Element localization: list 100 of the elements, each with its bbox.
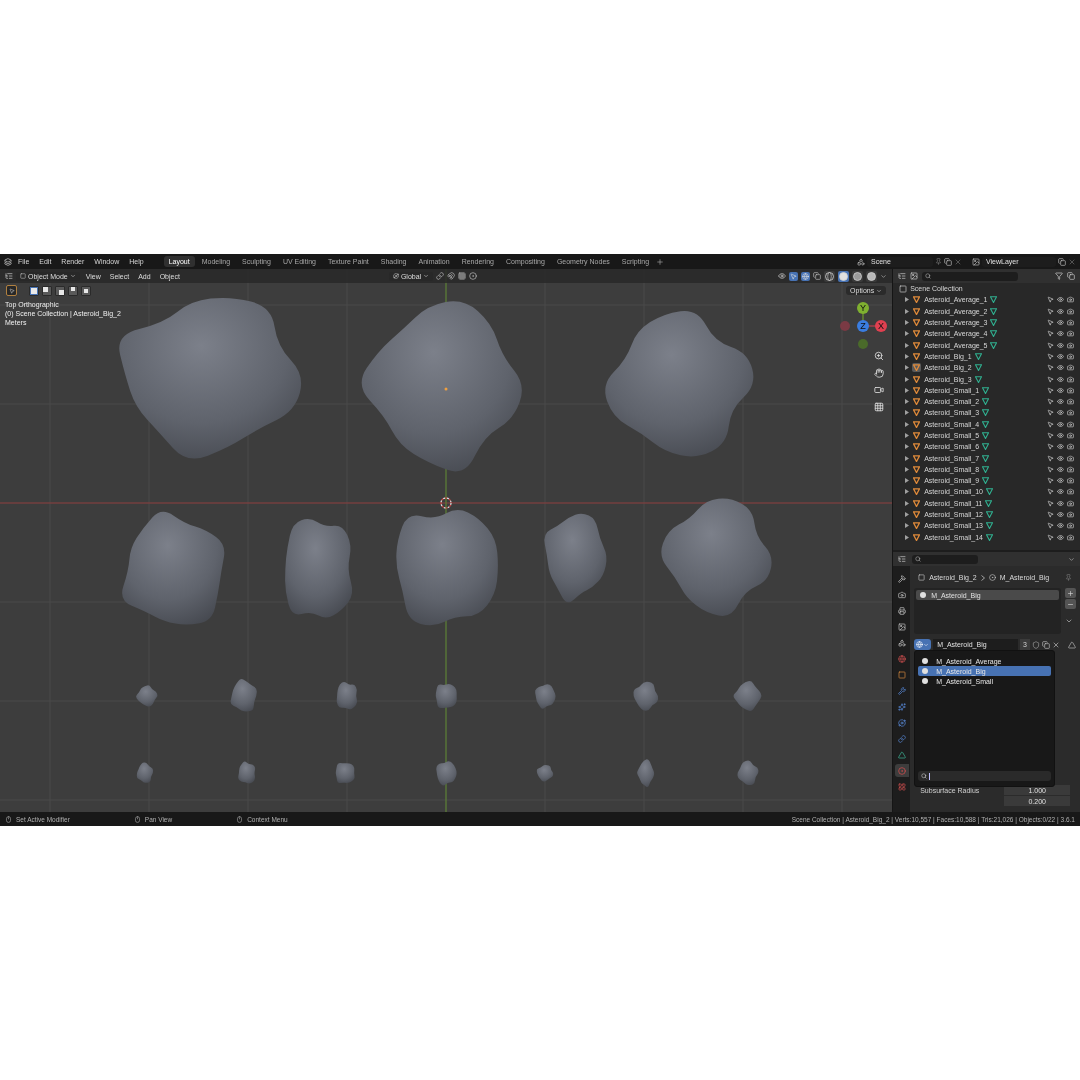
object-icon[interactable] <box>912 329 922 339</box>
navigation-gizmo[interactable]: Y Z X <box>838 301 888 351</box>
material-shading-button[interactable] <box>852 270 864 282</box>
object-icon[interactable] <box>912 419 922 429</box>
camera-icon[interactable] <box>1067 398 1074 406</box>
camera-icon[interactable] <box>1067 499 1074 507</box>
eye-icon[interactable] <box>1057 533 1064 541</box>
camera-icon[interactable] <box>1067 511 1074 519</box>
eye-icon[interactable] <box>1057 477 1064 485</box>
selection-mode-button[interactable] <box>29 285 39 296</box>
remove-slot-button[interactable] <box>1065 599 1076 609</box>
hand-icon[interactable] <box>874 368 884 378</box>
object-icon[interactable] <box>912 476 922 486</box>
eye-icon[interactable] <box>1057 432 1064 439</box>
grid-icon[interactable] <box>458 272 467 280</box>
scene-icon[interactable] <box>857 257 865 266</box>
object-icon[interactable] <box>912 363 922 373</box>
object-icon[interactable] <box>912 498 922 508</box>
add-icon[interactable] <box>656 257 665 266</box>
object-icon[interactable] <box>912 295 922 305</box>
eye-icon[interactable] <box>1057 522 1064 530</box>
camera-icon[interactable] <box>1067 488 1074 496</box>
display-mode-icon[interactable] <box>910 272 919 280</box>
proportional-icon[interactable] <box>469 272 478 280</box>
object-icon[interactable] <box>912 532 922 542</box>
camera-icon[interactable] <box>1067 465 1074 473</box>
fake-user-icon[interactable] <box>1032 640 1040 649</box>
object-icon[interactable] <box>912 464 922 474</box>
eye-icon[interactable] <box>1057 398 1064 406</box>
camera-icon[interactable] <box>1067 420 1074 428</box>
object-icon[interactable] <box>912 510 922 520</box>
eye-icon[interactable] <box>1057 465 1064 473</box>
eye-icon[interactable] <box>1057 341 1064 349</box>
close-icon[interactable] <box>1052 640 1060 649</box>
camera-icon[interactable] <box>1067 307 1074 315</box>
object-icon[interactable] <box>912 385 922 395</box>
camera-icon[interactable] <box>1067 375 1074 383</box>
camera-icon[interactable] <box>1067 522 1074 530</box>
new-collection-icon[interactable] <box>1067 272 1075 280</box>
sphere-tab[interactable] <box>894 764 909 777</box>
triangle-icon[interactable] <box>1068 640 1076 649</box>
object-icon[interactable] <box>912 521 922 531</box>
camera-icon[interactable] <box>1067 432 1074 439</box>
overlay-toggle-icon[interactable] <box>801 271 811 281</box>
camera-icon[interactable] <box>1067 409 1074 417</box>
view-layer-icon[interactable] <box>972 257 980 266</box>
camera-icon[interactable] <box>1067 386 1074 394</box>
search-field[interactable] <box>918 771 1052 781</box>
eye-icon[interactable] <box>1057 364 1064 372</box>
object-icon[interactable] <box>912 442 922 452</box>
editor-type-icon[interactable] <box>898 555 907 563</box>
grid-icon[interactable] <box>874 402 884 412</box>
eye-icon[interactable] <box>1057 499 1064 507</box>
camera-icon[interactable] <box>1067 477 1074 485</box>
eye-icon[interactable] <box>1057 352 1064 360</box>
rendered-shading-button[interactable] <box>866 270 878 282</box>
eye-icon[interactable] <box>1057 488 1064 496</box>
object-icon[interactable] <box>912 340 922 350</box>
object-icon[interactable] <box>912 408 922 418</box>
eye-icon[interactable] <box>1057 409 1064 417</box>
selection-mode-button[interactable] <box>42 285 52 296</box>
select-tool-button[interactable] <box>6 285 17 296</box>
filter-icon[interactable] <box>1055 272 1063 280</box>
camera-icon[interactable] <box>1067 319 1074 327</box>
selection-mode-button[interactable] <box>68 285 78 296</box>
copy-icon[interactable] <box>944 257 952 266</box>
object-icon[interactable] <box>912 374 922 384</box>
object-icon[interactable] <box>912 397 922 407</box>
eye-icon[interactable] <box>1057 296 1064 304</box>
selection-mode-button[interactable] <box>81 285 91 296</box>
search-field[interactable] <box>912 554 979 564</box>
magnet-icon[interactable] <box>447 272 456 280</box>
eye-icon[interactable] <box>1057 420 1064 428</box>
camera-icon[interactable] <box>1067 296 1074 304</box>
chevron-down-icon[interactable] <box>1065 617 1073 625</box>
object-icon[interactable] <box>912 318 922 328</box>
camera-icon[interactable] <box>1067 454 1074 462</box>
camera-icon[interactable] <box>1067 352 1074 360</box>
zoom-icon[interactable] <box>874 351 884 361</box>
chevron-down-icon[interactable] <box>1068 555 1075 563</box>
copy-icon[interactable] <box>1042 640 1050 649</box>
selection-mode-button[interactable] <box>55 285 65 296</box>
eye-icon[interactable] <box>1057 375 1064 383</box>
copy-icon[interactable] <box>1058 257 1066 266</box>
visibility-icon[interactable] <box>778 272 787 280</box>
object-icon[interactable] <box>912 306 922 316</box>
object-icon[interactable] <box>912 487 922 497</box>
eye-icon[interactable] <box>1057 443 1064 451</box>
object-icon[interactable] <box>912 431 922 440</box>
wireframe-shading-button[interactable] <box>824 270 836 282</box>
add-slot-button[interactable] <box>1065 588 1076 598</box>
eye-icon[interactable] <box>1057 511 1064 519</box>
camera-icon[interactable] <box>1067 443 1074 451</box>
eye-icon[interactable] <box>1057 319 1064 327</box>
editor-type-icon[interactable] <box>898 272 907 280</box>
editor-type-icon[interactable] <box>5 272 13 280</box>
object-icon[interactable] <box>912 453 922 463</box>
eye-icon[interactable] <box>1057 454 1064 462</box>
search-field[interactable] <box>922 271 1019 281</box>
camera-icon[interactable] <box>874 385 884 395</box>
